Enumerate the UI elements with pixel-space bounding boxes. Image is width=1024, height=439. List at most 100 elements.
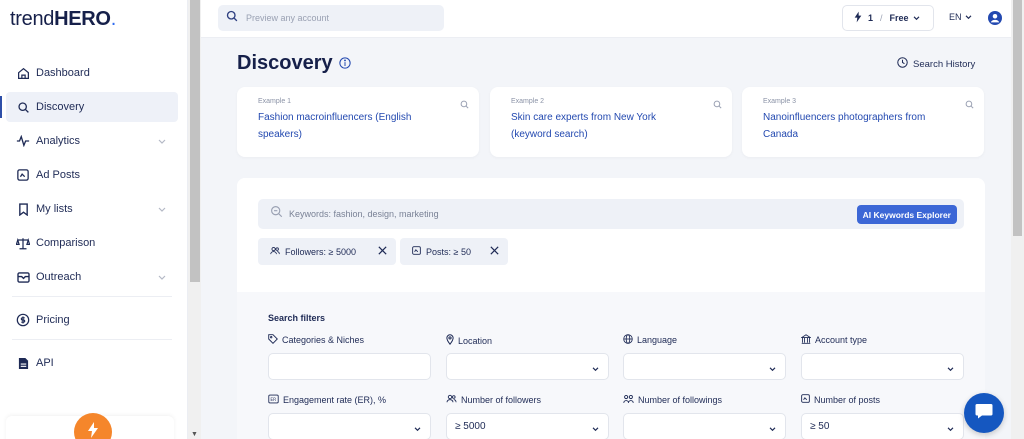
search-icon <box>965 96 974 114</box>
sidebar-item-pricing[interactable]: Pricing <box>6 305 178 335</box>
top-bar: 1 / Free EN <box>201 0 1024 38</box>
sidebar-item-discovery[interactable]: Discovery <box>0 92 178 122</box>
language-select[interactable] <box>623 353 786 380</box>
chat-bubble-icon <box>975 403 993 424</box>
scroll-down-arrow-icon[interactable]: ▼ <box>191 431 198 438</box>
sidebar-nav: Dashboard Discovery Analytics Ad Posts M… <box>0 58 178 382</box>
filter-chip-posts[interactable]: Posts: ≥ 50 <box>400 238 508 265</box>
user-avatar-icon[interactable] <box>988 11 1002 25</box>
filter-label-text: Categories & Niches <box>282 335 365 345</box>
close-icon[interactable] <box>377 245 388 258</box>
image-icon <box>16 168 30 182</box>
search-icon <box>16 100 30 114</box>
sidebar-item-comparison[interactable]: Comparison <box>6 228 178 258</box>
chevron-down-icon[interactable] <box>158 136 166 148</box>
main-content: Discovery Search History Example 1 Fashi… <box>201 38 1011 439</box>
sidebar-item-label: Pricing <box>36 314 70 326</box>
sidebar-item-outreach[interactable]: Outreach <box>6 262 178 292</box>
keyword-search[interactable]: AI Keywords Explorer <box>258 199 964 229</box>
logo[interactable]: trendHERO. <box>10 8 116 31</box>
filter-value: ≥ 5000 <box>455 421 486 432</box>
posts-select[interactable]: ≥ 50 <box>801 413 964 439</box>
followings-select[interactable] <box>623 413 786 439</box>
sidebar-item-label: Dashboard <box>36 67 90 79</box>
logo-dot: . <box>110 8 117 30</box>
info-icon[interactable] <box>338 52 351 75</box>
chevron-down-icon <box>947 424 954 435</box>
keyword-section: AI Keywords Explorer Followers: ≥ 5000 P… <box>237 178 985 292</box>
sidebar-item-my-lists[interactable]: My lists <box>6 194 178 224</box>
sidebar-scrollbar-thumb[interactable] <box>190 0 200 282</box>
account-search[interactable] <box>218 5 444 31</box>
chevron-down-icon[interactable] <box>158 272 166 284</box>
mail-icon <box>16 270 30 284</box>
sidebar-item-label: Outreach <box>36 271 82 283</box>
search-history-link[interactable]: Search History <box>897 57 975 71</box>
example-text[interactable]: Skin care experts from New York (keyword… <box>511 109 691 143</box>
sidebar-item-label: Ad Posts <box>36 169 81 181</box>
language-code: EN <box>949 12 962 22</box>
close-icon[interactable] <box>489 245 500 258</box>
chip-label: Posts: ≥ 50 <box>426 246 471 257</box>
chevron-down-icon[interactable] <box>158 204 166 216</box>
page-scrollbar-thumb[interactable] <box>1013 0 1022 236</box>
filter-label-posts: Number of posts <box>801 394 880 405</box>
bolt-icon <box>87 421 99 439</box>
sidebar-item-ad-posts[interactable]: Ad Posts <box>6 160 178 190</box>
followings-icon <box>623 394 634 406</box>
sidebar-item-label: Comparison <box>36 237 96 249</box>
filter-chip-followers[interactable]: Followers: ≥ 5000 <box>258 238 396 265</box>
dollar-circle-icon <box>16 313 30 327</box>
chevron-down-icon <box>414 424 421 435</box>
chevron-down-icon <box>769 364 776 375</box>
chat-button[interactable] <box>964 393 1004 433</box>
filter-label-text: Number of followings <box>638 395 723 405</box>
categories-input[interactable] <box>268 353 431 380</box>
filter-label-followers: Number of followers <box>446 394 541 405</box>
plan-separator: / <box>880 13 883 23</box>
building-icon <box>800 334 812 346</box>
account-type-select[interactable] <box>801 353 964 380</box>
engagement-rate-select[interactable] <box>268 413 431 439</box>
keyword-search-icon <box>270 205 283 223</box>
filter-label-text: Number of posts <box>814 394 881 405</box>
tag-icon <box>268 334 278 346</box>
sidebar-divider <box>12 296 172 297</box>
search-panel: AI Keywords Explorer Followers: ≥ 5000 P… <box>237 178 985 439</box>
users-icon <box>270 246 280 257</box>
image-icon <box>801 394 810 405</box>
scales-icon <box>16 236 30 250</box>
ai-keywords-explorer-button[interactable]: AI Keywords Explorer <box>856 205 957 224</box>
sidebar-item-api[interactable]: API <box>6 348 178 378</box>
sidebar-item-label: My lists <box>36 203 73 215</box>
bolt-icon <box>854 11 862 25</box>
clock-icon <box>897 57 908 71</box>
filter-label-followings: Number of followings <box>623 394 722 406</box>
example-card-2[interactable]: Example 2 Skin care experts from New Yor… <box>490 87 732 157</box>
home-icon <box>16 66 30 80</box>
language-selector[interactable]: EN <box>949 12 972 22</box>
filter-label-text: Engagement rate (ER), % <box>283 395 387 405</box>
document-icon <box>16 356 30 370</box>
filter-label-text: Location <box>458 335 493 346</box>
plan-count: 1 <box>868 13 874 23</box>
sidebar-divider <box>12 339 172 340</box>
example-text[interactable]: Fashion macroinfluencers (English speake… <box>258 109 438 143</box>
plan-name: Free <box>889 13 909 23</box>
location-select[interactable] <box>446 353 609 380</box>
sidebar-item-analytics[interactable]: Analytics <box>6 126 178 156</box>
example-text[interactable]: Nanoinfluencers photographers from Canad… <box>763 109 943 143</box>
example-card-3[interactable]: Example 3 Nanoinfluencers photographers … <box>742 87 984 157</box>
search-icon <box>226 9 238 27</box>
sidebar: trendHERO. Dashboard Discovery Analytics… <box>0 0 188 439</box>
filter-label-text: Account type <box>815 335 868 345</box>
image-icon <box>412 246 421 257</box>
search-icon <box>713 96 722 114</box>
example-card-1[interactable]: Example 1 Fashion macroinfluencers (Engl… <box>237 87 479 157</box>
account-search-input[interactable] <box>246 13 426 23</box>
keyword-search-input[interactable] <box>289 209 789 219</box>
sidebar-item-dashboard[interactable]: Dashboard <box>6 58 178 88</box>
plan-selector[interactable]: 1 / Free <box>842 5 934 31</box>
followers-select[interactable]: ≥ 5000 <box>446 413 609 439</box>
sidebar-item-label: Discovery <box>36 101 85 113</box>
